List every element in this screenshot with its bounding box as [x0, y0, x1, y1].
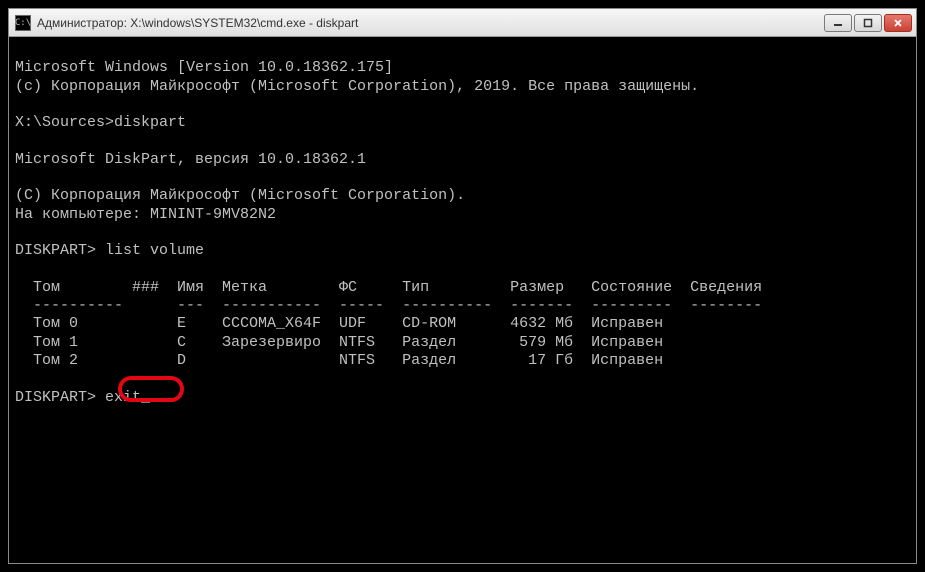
table-row: Том 0 E CCCOMA_X64F UDF CD-ROM 4632 Мб И…: [15, 315, 690, 332]
copyright-line: (c) Корпорация Майкрософт (Microsoft Cor…: [15, 78, 699, 95]
table-header-row: Том ### Имя Метка ФС Тип Размер Состояни…: [15, 279, 762, 296]
diskpart-copyright: (C) Корпорация Майкрософт (Microsoft Cor…: [15, 187, 465, 204]
table-divider-row: ---------- --- ----------- ----- -------…: [15, 297, 762, 314]
diskpart-version: Microsoft DiskPart, версия 10.0.18362.1: [15, 151, 366, 168]
window-title: Администратор: X:\windows\SYSTEM32\cmd.e…: [37, 16, 824, 30]
prompt-2-cmd: list volume: [105, 242, 204, 259]
titlebar[interactable]: C:\ Администратор: X:\windows\SYSTEM32\c…: [9, 9, 916, 37]
window-controls: [824, 14, 912, 32]
text-cursor: _: [141, 389, 150, 406]
minimize-button[interactable]: [824, 14, 852, 32]
table-row: Том 1 C Зарезервиро NTFS Раздел 579 Мб И…: [15, 334, 690, 351]
prompt-3-cmd: exit: [105, 389, 141, 406]
close-button[interactable]: [884, 14, 912, 32]
computer-line: На компьютере: MININT-9MV82N2: [15, 206, 276, 223]
prompt-1-cmd: diskpart: [114, 114, 186, 131]
cmd-icon: C:\: [15, 15, 31, 31]
version-line: Microsoft Windows [Version 10.0.18362.17…: [15, 59, 393, 76]
cmd-window: C:\ Администратор: X:\windows\SYSTEM32\c…: [8, 8, 917, 564]
prompt-1-path: X:\Sources>: [15, 114, 114, 131]
maximize-button[interactable]: [854, 14, 882, 32]
table-row: Том 2 D NTFS Раздел 17 Гб Исправен: [15, 352, 690, 369]
prompt-3-path: DISKPART>: [15, 389, 105, 406]
prompt-2-path: DISKPART>: [15, 242, 105, 259]
console-area[interactable]: Microsoft Windows [Version 10.0.18362.17…: [9, 37, 916, 563]
